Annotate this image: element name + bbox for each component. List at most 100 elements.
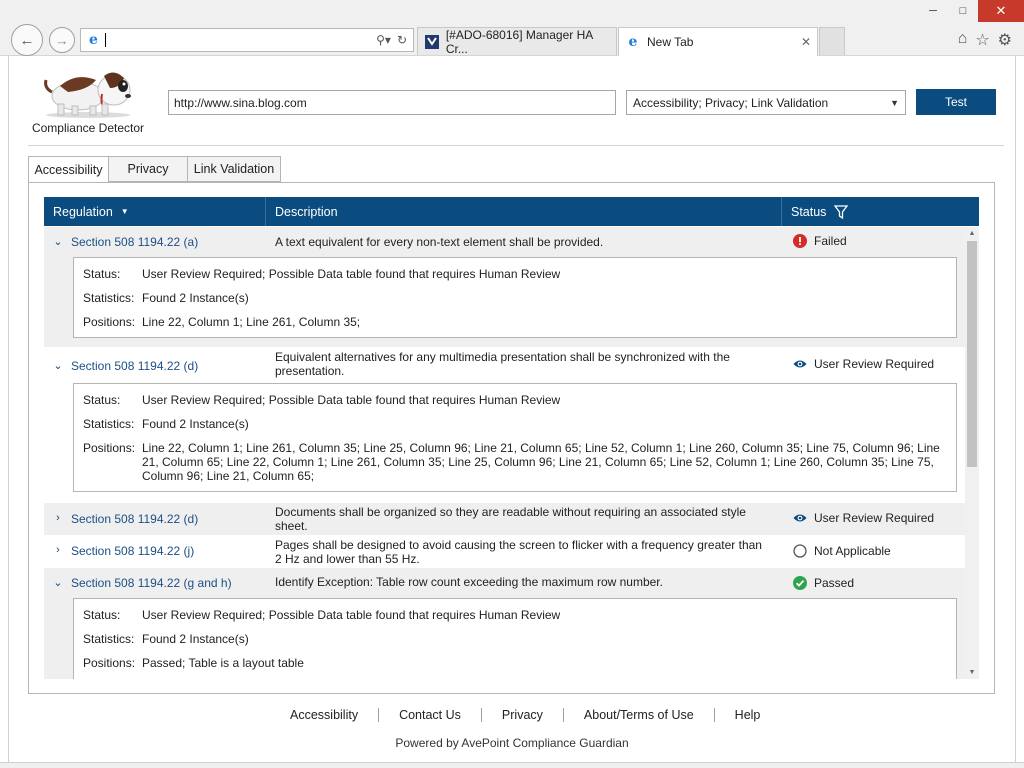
home-icon[interactable]: ⌂ bbox=[958, 30, 968, 50]
status-text: User Review Required bbox=[814, 511, 935, 525]
detail-status-row: Status: User Review Required; Possible D… bbox=[83, 608, 561, 622]
status-cell: User Review Required bbox=[793, 511, 934, 525]
status-cell: Failed bbox=[793, 234, 847, 248]
detail-statistics-row: Statistics: Found 2 Instance(s) bbox=[83, 291, 249, 305]
results-table-body: ⌄ Section 508 1194.22 (a) A text equival… bbox=[44, 227, 979, 679]
filter-icon[interactable] bbox=[834, 204, 849, 219]
sort-down-icon: ▼ bbox=[120, 207, 129, 216]
status-text: Failed bbox=[814, 234, 847, 248]
category-tabs: Accessibility Privacy Link Validation bbox=[28, 156, 281, 183]
test-button[interactable]: Test bbox=[916, 89, 996, 115]
profile-select-value: Accessibility; Privacy; Link Validation bbox=[633, 95, 829, 110]
url-input[interactable] bbox=[168, 90, 616, 115]
new-tab-button[interactable] bbox=[819, 27, 845, 55]
tab-label: New Tab bbox=[647, 35, 694, 49]
vertical-scrollbar[interactable]: ▲ ▼ bbox=[965, 227, 979, 679]
detail-box: Status: User Review Required; Possible D… bbox=[73, 383, 957, 492]
close-window-icon[interactable]: ✕ bbox=[978, 0, 1024, 22]
row-description: A text equivalent for every non-text ele… bbox=[275, 235, 604, 249]
status-cell: Passed bbox=[793, 576, 854, 590]
error-icon bbox=[793, 234, 807, 248]
gear-icon[interactable]: ⚙ bbox=[998, 30, 1012, 50]
row-description: Documents shall be organized so they are… bbox=[275, 505, 746, 533]
text-caret bbox=[105, 33, 106, 47]
close-tab-icon[interactable]: ✕ bbox=[801, 35, 811, 49]
detail-positions-row: Positions: Line 22, Column 1; Line 261, … bbox=[83, 315, 361, 329]
table-row[interactable]: › Section 508 1194.22 (d) Documents shal… bbox=[44, 503, 965, 535]
detail-box: Status: User Review Required; Possible D… bbox=[73, 598, 957, 679]
ie-logo-icon: e bbox=[628, 34, 638, 50]
browser-toolbar-right: ⌂ ☆ ⚙ bbox=[958, 30, 1012, 50]
regulation-link[interactable]: Section 508 1194.22 (a) bbox=[71, 235, 198, 249]
minimize-icon[interactable]: ─ bbox=[918, 0, 948, 22]
check-circle-icon bbox=[793, 576, 807, 590]
dog-logo-icon bbox=[40, 66, 140, 120]
browser-tab-ado[interactable]: [#ADO-68016] Manager HA Cr... bbox=[417, 27, 617, 56]
regulation-link[interactable]: Section 508 1194.22 (j) bbox=[71, 544, 194, 558]
forward-button[interactable]: → bbox=[49, 27, 75, 53]
footer-link-accessibility[interactable]: Accessibility bbox=[270, 708, 378, 722]
browser-chrome: ─ □ ✕ ← → e ⚲▾ ↻ [#ADO-68016] Manager HA… bbox=[0, 0, 1024, 56]
app-name: Compliance Detector bbox=[31, 121, 145, 135]
detail-box: Status: User Review Required; Possible D… bbox=[73, 257, 957, 338]
browser-tab-new[interactable]: e New Tab ✕ bbox=[618, 27, 818, 56]
footer-link-about-terms[interactable]: About/Terms of Use bbox=[564, 708, 714, 722]
site-favicon-icon bbox=[424, 34, 440, 50]
tab-label: [#ADO-68016] Manager HA Cr... bbox=[445, 27, 593, 56]
footer-link-help[interactable]: Help bbox=[715, 708, 781, 722]
table-row[interactable]: ⌄ Section 508 1194.22 (g and h) Identify… bbox=[44, 568, 965, 679]
detail-status-row: Status: User Review Required; Possible D… bbox=[83, 393, 561, 407]
header-divider bbox=[28, 145, 1004, 146]
results-table-header: Regulation ▼ Description Status bbox=[44, 197, 979, 226]
detail-positions-row: Positions: Passed; Table is a layout tab… bbox=[83, 656, 304, 670]
scrollbar-thumb[interactable] bbox=[967, 241, 977, 467]
status-cell: Not Applicable bbox=[793, 544, 891, 558]
row-description: Pages shall be designed to avoid causing… bbox=[275, 538, 762, 566]
regulation-column-header[interactable]: Regulation ▼ bbox=[44, 197, 266, 226]
table-row[interactable]: ⌄ Section 508 1194.22 (d) Equivalent alt… bbox=[44, 347, 965, 503]
chevron-down-icon[interactable]: ⌄ bbox=[52, 235, 64, 248]
detail-statistics-row: Statistics: Found 2 Instance(s) bbox=[83, 417, 249, 431]
arrow-right-icon: → bbox=[55, 32, 69, 48]
window-bottom-edge bbox=[0, 762, 1024, 768]
detail-statistics-row: Statistics: Found 2 Instance(s) bbox=[83, 632, 249, 646]
tab-link-validation[interactable]: Link Validation bbox=[187, 156, 281, 182]
table-row[interactable]: › Section 508 1194.22 (j) Pages shall be… bbox=[44, 535, 965, 568]
chevron-right-icon[interactable]: › bbox=[52, 512, 64, 524]
chevron-down-icon[interactable]: ⌄ bbox=[52, 576, 64, 589]
profile-select[interactable]: Accessibility; Privacy; Link Validation … bbox=[626, 90, 906, 115]
detail-status-row: Status: User Review Required; Possible D… bbox=[83, 267, 561, 281]
tab-privacy[interactable]: Privacy bbox=[108, 156, 187, 182]
maximize-icon[interactable]: □ bbox=[948, 0, 978, 22]
description-column-header: Description bbox=[266, 197, 782, 226]
back-button[interactable]: ← bbox=[11, 24, 43, 56]
eye-icon bbox=[793, 357, 807, 371]
ie-logo-icon: e bbox=[89, 32, 98, 48]
regulation-link[interactable]: Section 508 1194.22 (d) bbox=[71, 359, 198, 373]
status-cell: User Review Required bbox=[793, 357, 934, 371]
chevron-down-icon[interactable]: ⌄ bbox=[52, 359, 64, 372]
eye-icon bbox=[793, 511, 807, 525]
tab-accessibility[interactable]: Accessibility bbox=[28, 156, 108, 183]
empty-circle-icon bbox=[793, 544, 807, 558]
search-icon[interactable]: ⚲▾ bbox=[376, 33, 391, 47]
regulation-link[interactable]: Section 508 1194.22 (d) bbox=[71, 512, 198, 526]
table-row[interactable]: ⌄ Section 508 1194.22 (a) A text equival… bbox=[44, 227, 965, 347]
footer-link-privacy[interactable]: Privacy bbox=[482, 708, 563, 722]
regulation-link[interactable]: Section 508 1194.22 (g and h) bbox=[71, 576, 232, 590]
chevron-down-icon: ▼ bbox=[890, 97, 899, 108]
chevron-right-icon[interactable]: › bbox=[52, 544, 64, 556]
scroll-up-icon[interactable]: ▲ bbox=[965, 227, 979, 240]
footer-link-contact-us[interactable]: Contact Us bbox=[379, 708, 481, 722]
detail-positions-row: Positions: Line 22, Column 1; Line 261, … bbox=[83, 441, 940, 483]
refresh-icon[interactable]: ↻ bbox=[397, 33, 407, 47]
scroll-down-icon[interactable]: ▼ bbox=[965, 666, 979, 679]
row-description: Equivalent alternatives for any multimed… bbox=[275, 350, 730, 378]
powered-by-text: Powered by AvePoint Compliance Guardian bbox=[395, 736, 629, 750]
status-text: Not Applicable bbox=[814, 544, 891, 558]
status-column-header: Status bbox=[782, 197, 979, 226]
footer-links: Accessibility Contact Us Privacy About/T… bbox=[270, 708, 780, 722]
address-bar[interactable]: e ⚲▾ ↻ bbox=[80, 28, 414, 52]
favorites-star-icon[interactable]: ☆ bbox=[975, 30, 989, 50]
arrow-left-icon: ← bbox=[19, 31, 35, 49]
